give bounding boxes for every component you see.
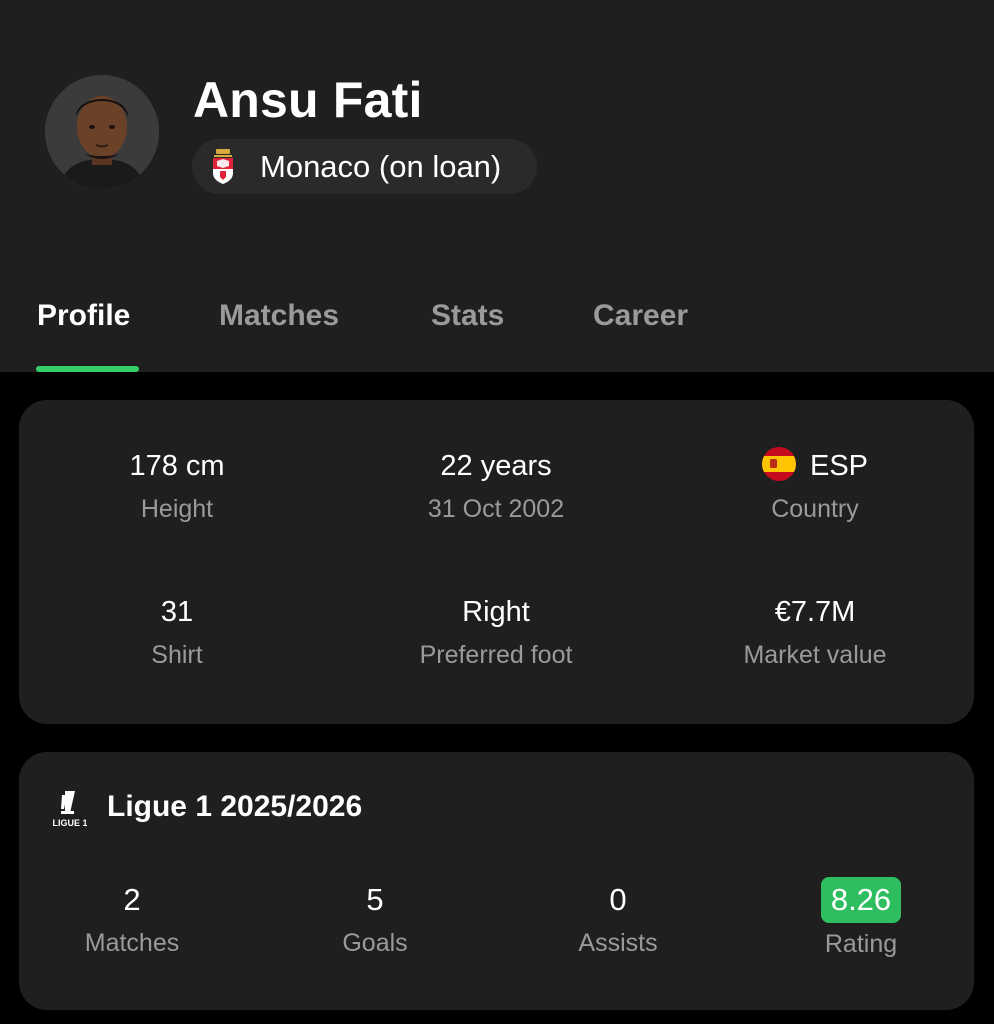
goals-value: 5 bbox=[366, 882, 384, 917]
country-label: Country bbox=[771, 495, 859, 524]
foot-value: Right bbox=[462, 596, 530, 628]
monaco-crest-icon bbox=[213, 149, 233, 184]
matches-label: Matches bbox=[84, 929, 180, 957]
player-photo bbox=[45, 75, 159, 189]
league-stats-card[interactable]: LIGUE 1 Ligue 1 2025/2026 2 Matches 5 Go… bbox=[19, 752, 974, 1010]
goals-stat: 5 Goals bbox=[255, 880, 495, 960]
height-cell: 178 cm Height bbox=[27, 448, 327, 526]
rating-label: Rating bbox=[824, 930, 898, 958]
tab-profile[interactable]: Profile bbox=[37, 294, 130, 338]
tab-matches[interactable]: Matches bbox=[219, 294, 339, 338]
country-value: ESP bbox=[809, 450, 869, 482]
shirt-label: Shirt bbox=[151, 641, 203, 669]
height-value: 178 cm bbox=[129, 450, 225, 482]
birth-date: 31 Oct 2002 bbox=[427, 495, 565, 523]
market-value-label: Market value bbox=[743, 641, 887, 669]
league-title: Ligue 1 2025/2026 bbox=[107, 790, 363, 823]
active-tab-indicator bbox=[36, 366, 139, 372]
rating-stat: 8.26 Rating bbox=[741, 877, 981, 961]
assists-label: Assists bbox=[578, 929, 658, 957]
assists-value: 0 bbox=[609, 882, 627, 917]
shirt-value: 31 bbox=[160, 596, 194, 628]
matches-value: 2 bbox=[123, 882, 141, 917]
tab-stats[interactable]: Stats bbox=[431, 294, 504, 338]
club-chip[interactable]: Monaco (on loan) bbox=[192, 139, 537, 194]
foot-cell: Right Preferred foot bbox=[346, 594, 646, 672]
spain-flag-icon bbox=[761, 447, 796, 482]
rating-badge: 8.26 bbox=[820, 877, 902, 923]
ligue1-logo-icon: LIGUE 1 bbox=[53, 791, 87, 828]
height-label: Height bbox=[140, 495, 214, 523]
shirt-cell: 31 Shirt bbox=[27, 594, 327, 672]
age-value: 22 years bbox=[440, 450, 552, 482]
age-cell: 22 years 31 Oct 2002 bbox=[346, 448, 646, 526]
market-value: €7.7M bbox=[774, 596, 856, 628]
svg-text:LIGUE 1: LIGUE 1 bbox=[53, 818, 87, 828]
foot-label: Preferred foot bbox=[419, 641, 573, 669]
club-name: Monaco (on loan) bbox=[260, 149, 502, 184]
tab-career[interactable]: Career bbox=[593, 294, 688, 338]
matches-stat: 2 Matches bbox=[12, 880, 252, 960]
player-header: Ansu Fati Monaco (on loan) Profile Match… bbox=[0, 0, 994, 372]
country-cell: ESP Country bbox=[665, 447, 965, 526]
goals-label: Goals bbox=[342, 929, 408, 957]
player-name: Ansu Fati bbox=[193, 72, 423, 128]
profile-info-card: 178 cm Height 22 years 31 Oct 2002 ESP C… bbox=[19, 400, 974, 724]
player-avatar bbox=[45, 75, 159, 189]
assists-stat: 0 Assists bbox=[498, 880, 738, 960]
market-value-cell: €7.7M Market value bbox=[665, 594, 965, 672]
